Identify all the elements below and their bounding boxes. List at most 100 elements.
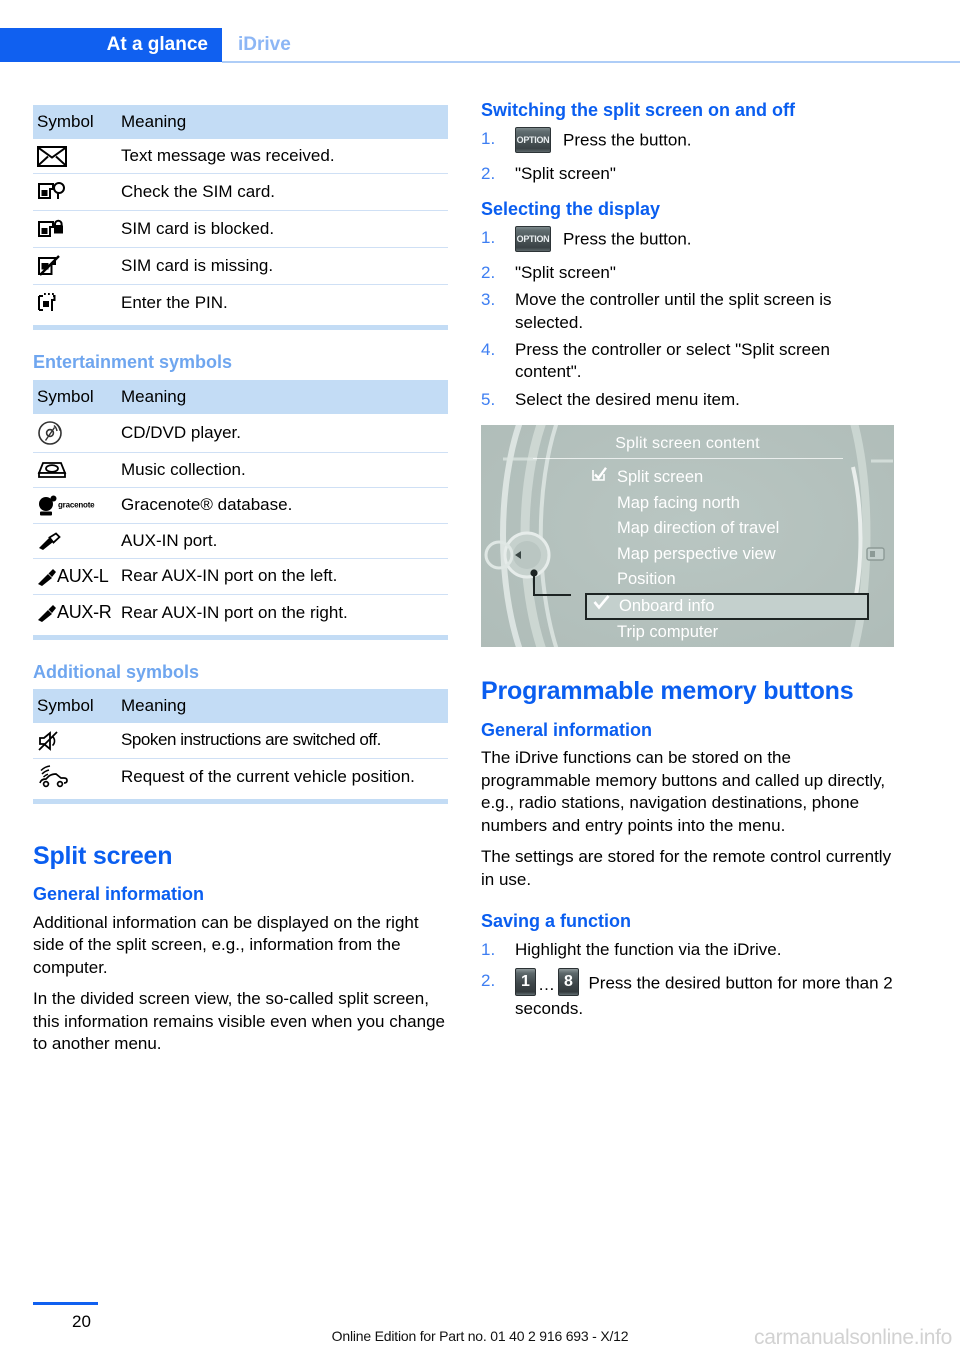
general-information-paragraph-2: In the divided screen view, the so-calle…	[33, 989, 446, 1053]
table-cell-meaning: AUX-IN port.	[121, 523, 448, 559]
idrive-screenshot-figure: Split screen content Split screen Map fa…	[481, 425, 894, 648]
sim-check-icon	[33, 173, 121, 212]
memory-paragraph-2: The settings are stored for the remote c…	[481, 847, 892, 889]
additional-symbols-heading: Additional symbols	[33, 661, 200, 682]
step-text: Select the desired menu item.	[515, 389, 740, 409]
table-cell-meaning: Rear AUX-IN port on the left.	[121, 558, 448, 596]
idrive-title-divider	[533, 458, 843, 460]
memory-button-1-icon[interactable]: 1	[515, 968, 536, 996]
gracenote-icon-glyph	[39, 495, 57, 516]
general-information-paragraph-1: Additional information can be displayed …	[33, 912, 419, 977]
step-text: Press the controller or select "Split sc…	[515, 339, 830, 382]
gracenote-wordmark: gracenote	[58, 500, 95, 510]
checkbox-checked-icon	[591, 465, 613, 491]
idrive-menu-item-position[interactable]: Position	[589, 567, 879, 593]
table-row: Check the SIM card.	[33, 173, 448, 212]
step-text: Highlight the function via the iDrive.	[515, 939, 782, 959]
right-column: Switching the split screen on and off OP…	[481, 100, 896, 1034]
table-cell-meaning: Text message was received.	[121, 139, 448, 175]
table-row: gracenote Gracenote® database.	[33, 487, 448, 524]
step-text: Move the controller until the split scre…	[515, 290, 832, 332]
table-cell-meaning: Check the SIM card.	[121, 173, 448, 212]
sim-locked-icon	[33, 210, 121, 249]
list-item: "Split screen"	[481, 262, 896, 285]
step-text: "Split screen"	[515, 163, 616, 183]
switching-split-screen-steps: OPTION Press the button. "Split screen"	[481, 126, 896, 185]
list-item: Press the controller or select "Split sc…	[481, 339, 896, 384]
left-column: Symbol Meaning Text message was received…	[33, 105, 448, 1064]
envelope-icon	[33, 139, 121, 175]
column-header-meaning: Meaning	[121, 689, 448, 724]
idrive-screen-title: Split screen content	[615, 435, 760, 453]
column-header-meaning: Meaning	[121, 379, 448, 414]
idrive-menu-item-label: Position	[617, 570, 676, 589]
sim-pin-icon-glyph	[38, 293, 56, 312]
idrive-menu-item-map-facing-north[interactable]: Map facing north	[589, 491, 879, 517]
memory-general-information-heading: General information	[481, 719, 653, 740]
list-item: Select the desired menu item.	[481, 389, 896, 412]
sim-locked-icon-glyph	[38, 219, 63, 238]
idrive-menu-item-onboard-info[interactable]: Onboard info	[585, 592, 869, 620]
memory-button-range-ellipsis: …	[538, 974, 556, 994]
table-row: CD/DVD player.	[33, 413, 448, 453]
table-bottom-rule	[33, 798, 448, 804]
table-row: AUX-IN port.	[33, 523, 448, 559]
breadcrumb-section-label: iDrive	[238, 34, 291, 55]
column-header-symbol: Symbol	[33, 689, 121, 724]
idrive-menu-item-label: Map direction of travel	[617, 519, 780, 538]
programmable-memory-buttons-heading: Programmable memory buttons	[481, 677, 854, 706]
watermark-text: carmanualsonline.info	[754, 1326, 952, 1349]
aux-plug-icon	[33, 523, 121, 559]
phone-symbols-table: Symbol Meaning Text message was received…	[33, 105, 448, 321]
idrive-menu-item-map-perspective-view[interactable]: Map perspective view	[589, 542, 879, 568]
idrive-menu-list: Split screen Map facing north Map direct…	[585, 465, 879, 646]
column-header-meaning: Meaning	[121, 105, 448, 139]
selecting-display-heading: Selecting the display	[481, 199, 661, 220]
step-text: "Split screen"	[515, 262, 616, 282]
selecting-display-steps: OPTION Press the button. "Split screen" M…	[481, 225, 896, 412]
list-item: Highlight the function via the iDrive.	[481, 939, 896, 962]
list-item: 1… 8 Press the desired button for more th…	[481, 968, 896, 1020]
table-row: Spoken instructions are switched off.	[33, 723, 448, 759]
vehicle-position-icon	[33, 758, 121, 795]
aux-plug-icon-glyph	[38, 604, 56, 622]
table-cell-meaning: Rear AUX-IN port on the right.	[121, 602, 348, 622]
envelope-icon-glyph	[37, 146, 67, 168]
speaker-muted-icon	[33, 723, 121, 759]
option-button-icon[interactable]: OPTION	[515, 225, 551, 252]
sim-missing-icon	[33, 247, 121, 286]
footer-divider	[33, 1302, 98, 1305]
gracenote-icon: gracenote	[33, 487, 121, 524]
table-cell-meaning: Enter the PIN.	[121, 293, 228, 313]
saving-a-function-steps: Highlight the function via the iDrive. 1…	[481, 939, 896, 1021]
split-screen-heading: Split screen	[33, 841, 173, 870]
aux-left-label: AUX-L	[57, 565, 109, 586]
speaker-muted-icon-glyph	[38, 730, 58, 751]
aux-plug-icon-glyph	[38, 568, 56, 586]
table-row: Request of the current vehicle position.	[33, 758, 448, 795]
idrive-menu-item-trip-computer[interactable]: Trip computer	[589, 620, 879, 646]
idrive-menu-item-map-direction-of-travel[interactable]: Map direction of travel	[589, 516, 879, 542]
memory-button-8-icon[interactable]: 8	[558, 968, 579, 996]
table-header-row: Symbol Meaning	[33, 689, 448, 724]
music-collection-icon	[33, 452, 121, 489]
vehicle-position-icon-glyph	[39, 764, 68, 787]
table-row: SIM card is blocked.	[33, 210, 448, 249]
idrive-menu-item-label: Onboard info	[619, 596, 715, 615]
option-button-icon[interactable]: OPTION	[515, 126, 551, 153]
table-cell-meaning: Request of the current vehicle position.	[121, 766, 415, 786]
entertainment-symbols-heading: Entertainment symbols	[33, 352, 233, 373]
table-cell-meaning: Spoken instructions are switched off.	[121, 723, 448, 759]
idrive-menu-item-split-screen[interactable]: Split screen	[589, 465, 879, 491]
checkbox-checked-icon-glyph	[592, 467, 607, 482]
table-cell-meaning: Gracenote® database.	[121, 487, 448, 524]
checkmark-icon	[593, 594, 615, 617]
aux-right-symbol: AUX-R	[33, 595, 121, 631]
table-row: Enter the PIN.	[33, 285, 448, 322]
table-bottom-rule	[33, 634, 448, 640]
step-text: Press the button.	[563, 229, 692, 249]
entertainment-symbols-table: Symbol Meaning CD/DVD player. Music coll…	[33, 379, 448, 631]
table-row: AUX-L Rear AUX-IN port on the left.	[33, 558, 448, 596]
header-divider	[222, 61, 960, 63]
general-information-heading: General information	[33, 884, 205, 905]
